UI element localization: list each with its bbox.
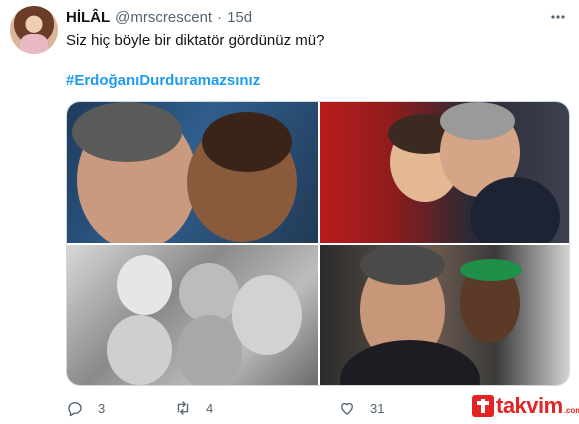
author-handle[interactable]: @mrscrescent (115, 9, 212, 26)
takvim-logo-icon (472, 395, 494, 417)
tweet-header: HİLÂL @mrscrescent · 15d (66, 7, 569, 27)
reply-icon (68, 402, 82, 417)
reply-button[interactable]: 3 (66, 399, 105, 417)
like-button[interactable]: 31 (338, 399, 384, 417)
retweet-icon (177, 401, 189, 415)
takvim-watermark: takvim .com.tr (472, 393, 579, 419)
watermark-brand: takvim (496, 393, 563, 418)
tweet-text: Siz hiç böyle bir diktatör gördünüz mü? (66, 32, 325, 49)
retweet-button[interactable]: 4 (174, 399, 213, 417)
author-name[interactable]: HİLÂL (66, 9, 110, 26)
separator-dot: · (217, 8, 223, 26)
photo-1[interactable] (67, 102, 318, 243)
hashtag-link[interactable]: #ErdoğanıDurduramazsınız (66, 71, 260, 91)
retweet-count: 4 (206, 400, 214, 416)
photo-3[interactable] (67, 245, 318, 385)
more-dots-icon[interactable] (547, 7, 569, 27)
watermark-tld: .com.tr (563, 405, 579, 415)
heart-icon (341, 402, 353, 415)
reply-count: 3 (98, 400, 106, 416)
photo-4[interactable] (320, 245, 569, 385)
media-grid (66, 101, 570, 386)
photo-2[interactable] (320, 102, 569, 243)
avatar[interactable] (10, 6, 58, 54)
like-count: 31 (370, 400, 385, 416)
tweet-timestamp[interactable]: 15d (227, 9, 252, 26)
